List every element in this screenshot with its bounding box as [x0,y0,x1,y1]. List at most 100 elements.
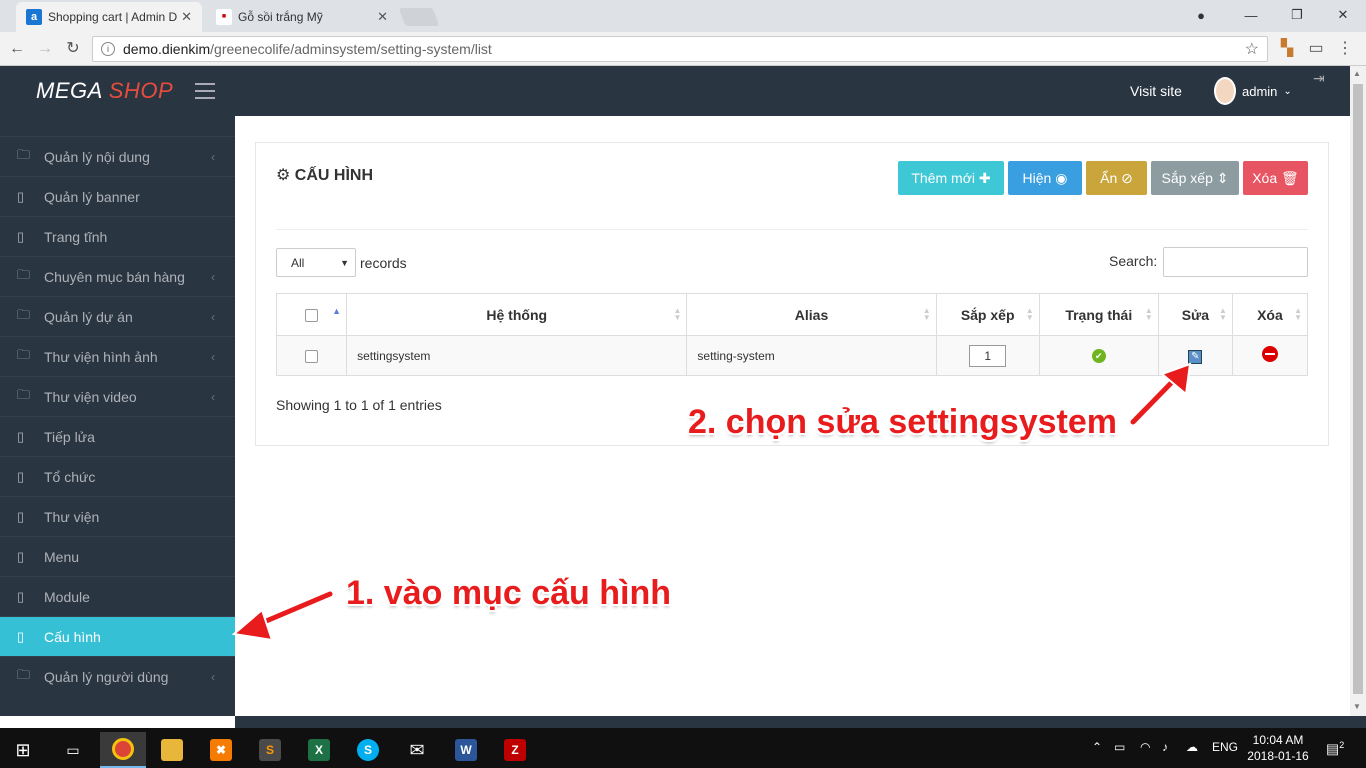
delete-icon[interactable] [1261,346,1278,362]
sidebar-item[interactable]: ▯ Quản lý banner [0,176,235,216]
sort-button[interactable]: Sắp xếp ⇕ [1151,161,1239,195]
minimize-button[interactable]: — [1228,0,1274,30]
mail-icon[interactable]: ✉ [394,732,440,768]
user-menu[interactable]: admin ⌄ [1214,77,1292,105]
browser-tab[interactable]: ■ Gỗ sồi trắng Mỹ ✕ [206,2,398,32]
sidebar-item[interactable]: ▯ Trang tĩnh [0,216,235,256]
sidebar-item[interactable]: 🗀 Chuyên mục bán hàng ‹ [0,256,235,296]
sidebar-item[interactable]: 🗀 Quản lý dự án ‹ [0,296,235,336]
browser-tab-bar: a Shopping cart | Admin D ✕ ■ Gỗ sồi trắ… [0,0,1366,32]
sidebar-item[interactable]: ▯ Cấu hình [0,616,235,656]
column-header-alias[interactable]: Alias ▲ ▼ [686,293,937,336]
chevron-left-icon: ‹ [211,669,215,684]
scrollbar-thumb[interactable] [1353,84,1363,694]
status-cell: ✔ [1038,335,1159,376]
notification-icon[interactable]: ▤2 [1326,740,1344,758]
close-tab-icon[interactable]: ✕ [181,9,192,25]
clock-date: 2018-01-16 [1247,749,1309,763]
sidebar-item[interactable]: 🗀 Thư viện video ‹ [0,376,235,416]
logout-icon[interactable]: ⇥ [1313,70,1325,87]
volume-icon[interactable]: ♪ [1162,740,1168,754]
delete-button[interactable]: Xóa 🗑 [1243,161,1308,195]
wifi-icon[interactable]: ◠ [1140,740,1150,754]
chrome-icon[interactable] [100,732,146,768]
bookmark-star-icon[interactable]: ☆ [1245,39,1259,59]
url-field[interactable]: i demo.dienkim/greenecolife/adminsystem/… [92,36,1268,62]
book-icon: ▯ [17,188,25,204]
address-bar-row: ← → ↻ i demo.dienkim/greenecolife/admins… [0,32,1366,66]
tray-expand-icon[interactable]: ⌃ [1092,740,1102,754]
sidebar-item[interactable]: 🗀 Quản lý nội dung ‹ [0,136,235,176]
scroll-down-icon[interactable]: ▼ [1353,702,1361,711]
row-checkbox[interactable] [305,349,319,363]
page-scrollbar[interactable]: ▲ ▼ [1350,66,1366,716]
records-select[interactable]: All ▼ [276,248,356,277]
profile-icon[interactable]: ● [1178,0,1224,30]
language-indicator[interactable]: ENG [1212,740,1238,754]
eye-slash-icon: ⊘ [1121,169,1133,186]
records-select-value: All [291,255,305,270]
edit-icon[interactable]: ✎ [1188,349,1203,364]
battery-icon[interactable]: ▭ [1114,740,1125,754]
filezilla-icon[interactable]: Z [492,732,538,768]
search-input[interactable] [1163,247,1308,277]
forward-icon[interactable]: → [34,38,56,60]
close-tab-icon[interactable]: ✕ [377,9,388,25]
site-favicon-icon: a [26,9,42,25]
divider [276,229,1308,230]
folder-icon: 🗀 [17,346,31,362]
sidebar-item[interactable]: ▯ Module [0,576,235,616]
excel-icon[interactable]: X [296,732,342,768]
extension-icon[interactable]: ▚ [1276,38,1298,60]
column-header-edit[interactable]: Sửa ▲ ▼ [1157,293,1233,336]
system-cell: settingsystem [346,335,688,376]
sidebar-item[interactable]: 🗀 Thư viện hình ảnh ‹ [0,336,235,376]
select-all-checkbox[interactable] [305,309,319,323]
browser-tab-active[interactable]: a Shopping cart | Admin D ✕ [16,2,202,32]
column-header-system[interactable]: Hệ thống ▲ ▼ [346,293,688,336]
select-all-column[interactable]: ▲ [275,293,348,336]
file-explorer-icon[interactable] [149,732,195,768]
column-header-status[interactable]: Trạng thái ▲ ▼ [1038,293,1159,336]
sidebar-item[interactable]: 🗀 Quản lý người dùng ‹ [0,656,235,696]
status-active-icon[interactable]: ✔ [1091,349,1106,363]
cast-icon[interactable]: ▭ [1305,38,1327,60]
book-icon: ▯ [17,428,25,444]
menu-dots-icon[interactable]: ⋮ [1334,38,1356,60]
table-row: settingsystem setting-system 1 ✔ ✎ [275,335,1309,376]
column-header-label: Hệ thống [486,306,548,323]
sublime-text-icon[interactable]: S [247,732,293,768]
maximize-button[interactable]: ❐ [1274,0,1320,30]
word-icon[interactable]: W [443,732,489,768]
reload-icon[interactable]: ↻ [62,38,84,60]
column-header-delete[interactable]: Xóa ▲ ▼ [1231,293,1309,336]
order-input[interactable]: 1 [969,344,1007,367]
scroll-up-icon[interactable]: ▲ [1353,69,1361,78]
close-window-button[interactable]: ✕ [1320,0,1366,30]
book-icon: ▯ [17,588,25,604]
new-tab-button[interactable] [398,8,440,26]
tab-title: Gỗ sồi trắng Mỹ [238,10,323,24]
sidebar-item[interactable]: ▯ Tổ chức [0,456,235,496]
hide-button[interactable]: Ẩn ⊘ [1086,161,1147,195]
visit-site-link[interactable]: Visit site [1130,83,1182,99]
skype-icon[interactable]: S [345,732,391,768]
trash-icon: 🗑 [1281,169,1299,186]
sort-icon: ▲ ▼ [922,306,931,322]
windows-start-icon[interactable]: ⊞ [0,732,46,768]
onedrive-icon[interactable]: ☁ [1186,740,1198,754]
sort-icon: ▲ ▼ [1144,306,1153,322]
info-icon[interactable]: i [101,42,115,56]
hamburger-menu-icon[interactable] [195,83,215,99]
xampp-icon[interactable]: ✖ [198,732,244,768]
task-view-icon[interactable]: ▭ [50,732,96,768]
sidebar-item[interactable]: ▯ Menu [0,536,235,576]
back-icon[interactable]: ← [6,38,28,60]
username: admin [1242,83,1278,99]
column-header-order[interactable]: Sắp xếp ▲ ▼ [935,293,1040,336]
show-button[interactable]: Hiện ◉ [1008,161,1082,195]
sidebar-item[interactable]: ▯ Tiếp lửa [0,416,235,456]
clock[interactable]: 10:04 AM 2018-01-16 [1246,732,1310,764]
sidebar-item[interactable]: ▯ Thư viện [0,496,235,536]
add-new-button[interactable]: Thêm mới ✚ [898,161,1004,195]
